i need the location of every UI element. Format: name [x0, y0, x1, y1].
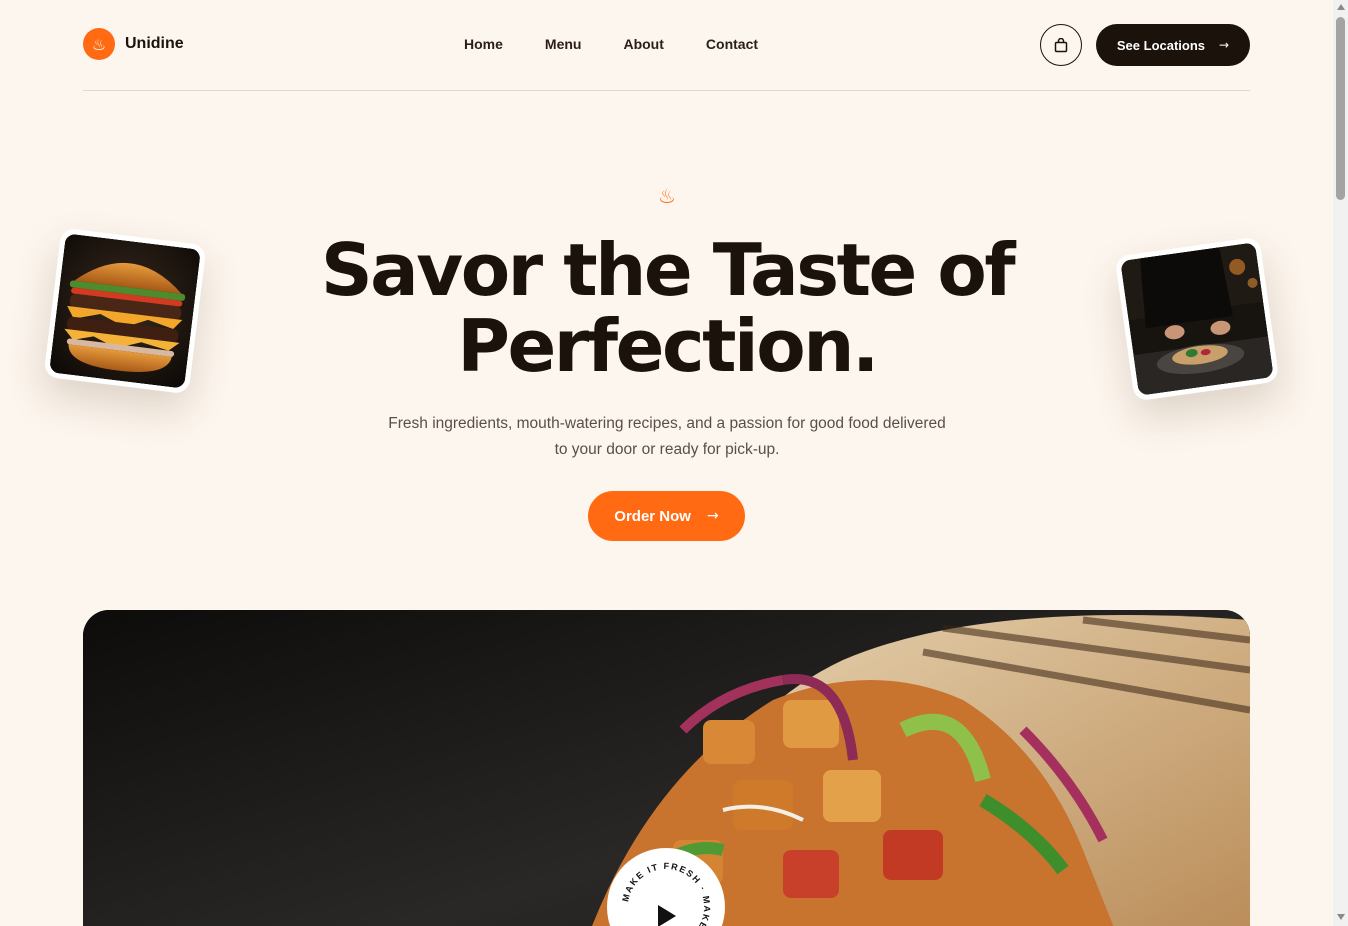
arrow-right-icon: → [706, 508, 719, 524]
burger-photo [48, 233, 202, 389]
see-locations-button[interactable]: See Locations → [1096, 24, 1250, 66]
brand-name: Unidine [125, 35, 184, 52]
scroll-down-arrow-icon[interactable] [1337, 914, 1345, 920]
steam-bowl-icon: ♨ [83, 28, 115, 60]
nav-about[interactable]: About [623, 36, 663, 52]
nav-contact[interactable]: Contact [706, 36, 758, 52]
page: ♨ Unidine Home Menu About Contact See Lo… [0, 0, 1333, 926]
see-locations-label: See Locations [1116, 37, 1206, 53]
burger-photo-card [43, 227, 207, 395]
steam-icon: ♨ [658, 184, 676, 208]
nav-menu[interactable]: Menu [545, 36, 582, 52]
cart-button[interactable] [1040, 24, 1082, 66]
shopping-bag-icon [1054, 37, 1068, 52]
hero-title-line1: Savor the Taste of [320, 228, 1016, 312]
main-nav: Home Menu About Contact [464, 36, 758, 52]
chef-plating-wrap-photo [1120, 242, 1274, 396]
order-now-label: Order Now [614, 507, 691, 525]
hero-subtitle: Fresh ingredients, mouth-watering recipe… [388, 415, 946, 458]
arrow-right-icon: → [1219, 38, 1230, 52]
nav-home[interactable]: Home [464, 36, 503, 52]
scrollbar[interactable] [1333, 0, 1348, 926]
scroll-up-arrow-icon[interactable] [1337, 4, 1345, 10]
chef-plating-card [1114, 236, 1280, 402]
hero-title-line2: Perfection. [457, 304, 879, 388]
play-icon [658, 905, 676, 926]
hero-title: Savor the Taste of Perfection. [300, 232, 1034, 384]
brand-logo[interactable]: ♨ Unidine [83, 28, 184, 60]
site-header: ♨ Unidine Home Menu About Contact See Lo… [83, 0, 1250, 91]
order-now-button[interactable]: Order Now → [588, 491, 745, 541]
scrollbar-thumb[interactable] [1336, 17, 1345, 200]
